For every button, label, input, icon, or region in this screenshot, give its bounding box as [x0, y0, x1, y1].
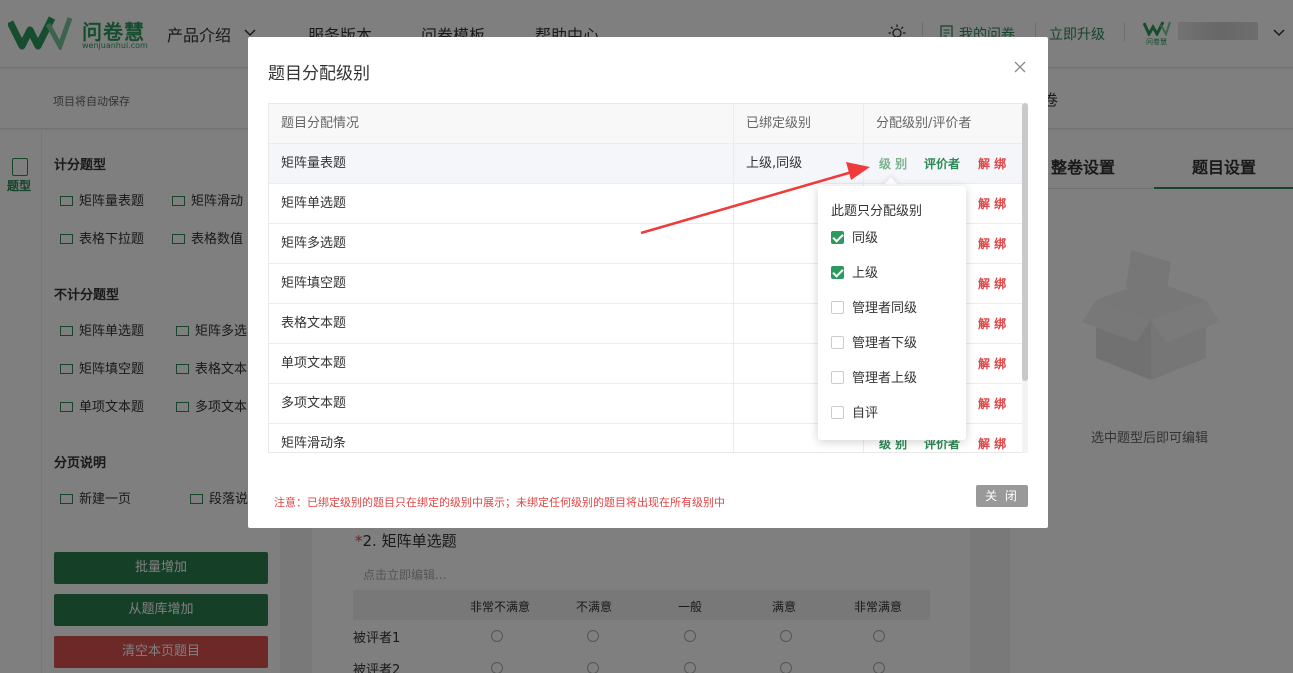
checkbox-checked[interactable]: [831, 231, 844, 244]
question-name: 矩阵填空题: [281, 276, 347, 291]
question-name: 矩阵多选题: [281, 236, 347, 251]
level-option-peer[interactable]: 同级: [831, 227, 878, 246]
level-option-manager-subordinate[interactable]: 管理者下级: [831, 332, 917, 351]
checkbox[interactable]: [831, 371, 844, 384]
unbind-button[interactable]: 解 绑: [978, 224, 1006, 264]
col-header-bound-level: 已绑定级别: [746, 116, 812, 131]
level-option-manager-superior[interactable]: 管理者上级: [831, 367, 917, 386]
unbind-button[interactable]: 解 绑: [978, 184, 1006, 224]
assign-evaluator-button[interactable]: 评价者: [924, 144, 960, 184]
question-name: 矩阵量表题: [281, 156, 347, 171]
dialog-title: 题目分配级别: [268, 64, 370, 84]
checkbox[interactable]: [831, 301, 844, 314]
question-name: 单项文本题: [281, 356, 347, 371]
dialog-note: 注意：已绑定级别的题目只在绑定的级别中展示；未绑定任何级别的题目将出现在所有级别…: [274, 496, 725, 509]
question-name: 多项文本题: [281, 396, 347, 411]
question-name: 矩阵单选题: [281, 196, 347, 211]
checkbox[interactable]: [831, 406, 844, 419]
unbind-button[interactable]: 解 绑: [978, 384, 1006, 424]
table-row: 矩阵量表题 上级,同级 级 别 评价者 解 绑: [269, 144, 1023, 184]
unbind-button[interactable]: 解 绑: [978, 264, 1006, 304]
level-option-self[interactable]: 自评: [831, 402, 878, 421]
unbind-button[interactable]: 解 绑: [978, 424, 1006, 452]
level-option-manager-peer[interactable]: 管理者同级: [831, 297, 917, 316]
col-header-actions: 分配级别/评价者: [876, 116, 972, 131]
col-header-question: 题目分配情况: [281, 116, 360, 131]
close-icon[interactable]: [1012, 59, 1028, 75]
unbind-button[interactable]: 解 绑: [978, 144, 1006, 184]
unbind-button[interactable]: 解 绑: [978, 304, 1006, 344]
checkbox[interactable]: [831, 336, 844, 349]
table-scrollbar-thumb[interactable]: [1022, 103, 1028, 381]
close-button[interactable]: 关 闭: [976, 485, 1028, 507]
bound-levels: 上级,同级: [746, 156, 803, 171]
column-divider: [733, 104, 734, 452]
assign-level-button[interactable]: 级 别: [879, 144, 907, 184]
level-option-superior[interactable]: 上级: [831, 262, 878, 281]
popover-title: 此题只分配级别: [831, 204, 923, 219]
question-name: 矩阵滑动条: [281, 436, 347, 451]
checkbox-checked[interactable]: [831, 266, 844, 279]
table-header: 题目分配情况 已绑定级别 分配级别/评价者: [269, 104, 1023, 144]
question-name: 表格文本题: [281, 316, 347, 331]
unbind-button[interactable]: 解 绑: [978, 344, 1006, 384]
